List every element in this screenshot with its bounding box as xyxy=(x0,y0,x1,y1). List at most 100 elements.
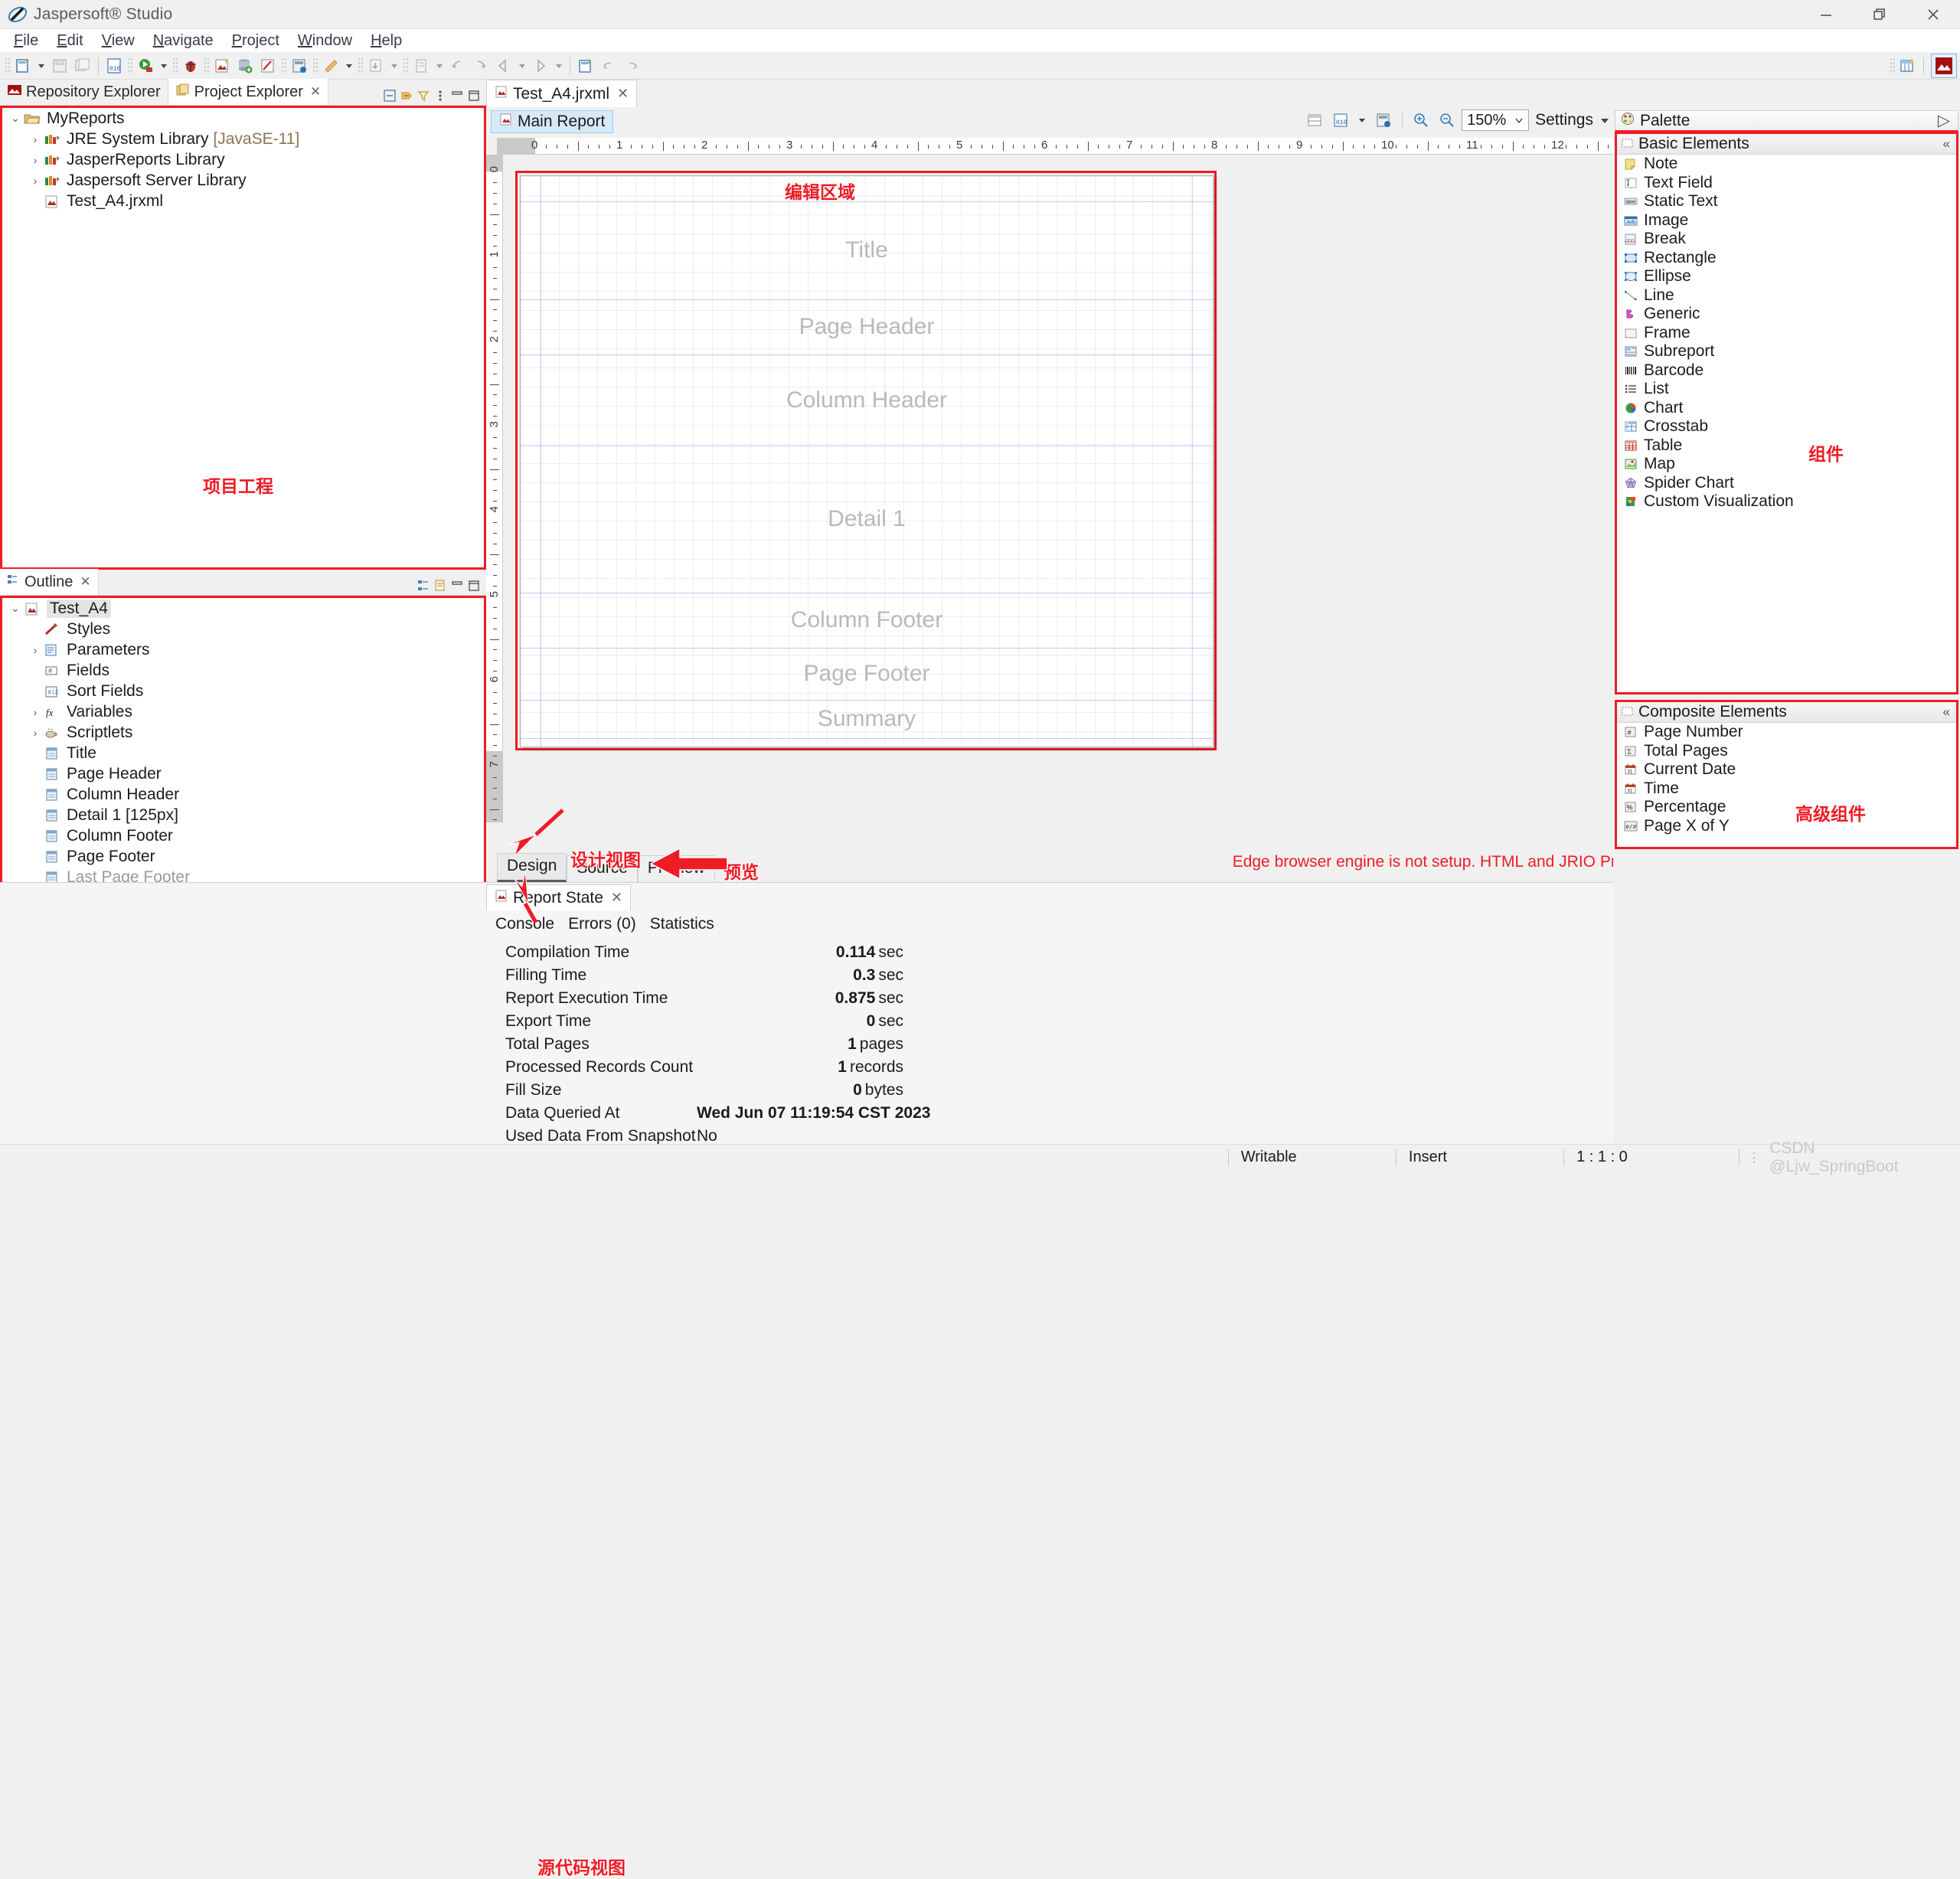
tree-row[interactable]: a|z Sort Fields xyxy=(2,681,484,701)
tab-design[interactable]: Design xyxy=(497,853,567,882)
toolbar-grip[interactable] xyxy=(5,57,10,74)
nav-forward-icon[interactable] xyxy=(529,54,552,77)
toolbar-grip-7[interactable] xyxy=(358,57,363,74)
new-wizard-icon[interactable] xyxy=(574,54,597,77)
tree-twisty-icon[interactable]: › xyxy=(27,727,44,739)
compile-dropdown-icon[interactable] xyxy=(1355,109,1369,132)
nav-back-icon[interactable] xyxy=(492,54,515,77)
outline-report-layout-icon[interactable] xyxy=(433,578,448,593)
design-canvas[interactable]: Title Page Header Column Header Detail 1 Col… xyxy=(503,155,1613,822)
palette-item-text-field[interactable]: Text Field xyxy=(1617,174,1956,193)
palette-item-table[interactable]: Table xyxy=(1617,436,1956,456)
link-editor-icon[interactable] xyxy=(399,88,414,103)
tree-row[interactable]: Column Footer xyxy=(2,825,484,846)
preview-icon[interactable] xyxy=(288,54,311,77)
preview-report-icon[interactable] xyxy=(1372,109,1395,132)
tree-row[interactable]: › JasperReports Library xyxy=(2,149,484,170)
view-menu-icon[interactable] xyxy=(433,88,448,103)
save-icon[interactable] xyxy=(48,54,71,77)
band-title[interactable]: Title xyxy=(521,201,1213,299)
close-icon[interactable]: ✕ xyxy=(611,890,622,906)
export-icon[interactable] xyxy=(364,54,387,77)
nav-forward-dropdown-icon[interactable] xyxy=(552,54,566,77)
palette-section-header[interactable]: Composite Elements « xyxy=(1617,702,1956,723)
palette-item-generic[interactable]: Generic xyxy=(1617,305,1956,324)
debug-icon[interactable] xyxy=(179,54,202,77)
new-report-icon[interactable] xyxy=(11,54,34,77)
palette-item-spider-chart[interactable]: Spider Chart xyxy=(1617,474,1956,493)
tree-twisty-icon[interactable]: ⌄ xyxy=(7,112,24,125)
project-explorer-tree[interactable]: ⌄ MyReports › JRE System Library [JavaSE-11… xyxy=(0,106,486,570)
palette-item-list[interactable]: List xyxy=(1617,380,1956,399)
toolbar-grip-3[interactable] xyxy=(172,57,178,74)
tree-row[interactable]: › Parameters xyxy=(2,639,484,660)
back-icon[interactable] xyxy=(446,54,469,77)
tree-row[interactable]: Title xyxy=(2,743,484,763)
open-type-icon[interactable] xyxy=(410,54,433,77)
run-dropdown-icon[interactable] xyxy=(157,54,171,77)
zoom-level-combo[interactable]: 150% xyxy=(1462,109,1530,131)
settings-button[interactable]: Settings xyxy=(1532,111,1613,129)
collapse-section-icon[interactable]: « xyxy=(1943,136,1956,152)
new-jrxml-icon[interactable] xyxy=(211,54,234,77)
toolbar-grip-8[interactable] xyxy=(403,57,408,74)
tree-row[interactable]: › fx Variables xyxy=(2,701,484,722)
new-datasource-icon[interactable] xyxy=(234,54,256,77)
palette-item-rectangle[interactable]: Rectangle xyxy=(1617,249,1956,268)
outline-tree-layout-icon[interactable] xyxy=(416,578,431,593)
tree-row[interactable]: Detail 1 [125px] xyxy=(2,805,484,825)
undo-icon[interactable] xyxy=(597,54,620,77)
close-icon[interactable]: ✕ xyxy=(310,84,321,100)
tree-row[interactable]: Page Footer xyxy=(2,846,484,867)
forward-icon[interactable] xyxy=(469,54,492,77)
tab-test-a4-jrxml[interactable]: Test_A4.jrxml ✕ xyxy=(486,80,638,107)
tree-row[interactable]: ⌄ Test_A4 xyxy=(2,598,484,619)
tab-outline[interactable]: Outline ✕ xyxy=(0,569,99,595)
menu-file[interactable]: File xyxy=(5,31,47,51)
main-report-breadcrumb[interactable]: Main Report xyxy=(491,110,614,133)
palette-item-custom-visualization[interactable]: Custom Visualization xyxy=(1617,492,1956,511)
close-icon[interactable]: ✕ xyxy=(80,574,90,590)
palette-item-map[interactable]: Map xyxy=(1617,455,1956,474)
palette-item-total-pages[interactable]: Σ Total Pages xyxy=(1617,742,1956,761)
new-table-icon[interactable] xyxy=(1896,54,1919,77)
minimize-button[interactable] xyxy=(1799,0,1853,29)
palette-item-barcode[interactable]: Barcode xyxy=(1617,361,1956,381)
palette-item-frame[interactable]: Frame xyxy=(1617,324,1956,343)
tree-row[interactable]: › JRE System Library [JavaSE-11] xyxy=(2,129,484,149)
tree-twisty-icon[interactable]: › xyxy=(27,706,44,718)
toolbar-grip-2[interactable] xyxy=(127,57,132,74)
tree-twisty-icon[interactable]: › xyxy=(27,175,44,187)
menu-project[interactable]: Project xyxy=(223,31,289,51)
tree-row[interactable]: › Scriptlets xyxy=(2,722,484,743)
menu-edit[interactable]: Edit xyxy=(47,31,92,51)
subtab-errors[interactable]: Errors (0) xyxy=(568,915,636,933)
palette-item-page-number[interactable]: # Page Number xyxy=(1617,723,1956,742)
tree-twisty-icon[interactable]: ⌄ xyxy=(7,602,24,615)
palette-item-break[interactable]: Break xyxy=(1617,230,1956,249)
palette-item-line[interactable]: Line xyxy=(1617,286,1956,306)
subtab-statistics[interactable]: Statistics xyxy=(650,915,714,933)
band-page-header[interactable]: Page Header xyxy=(521,299,1213,355)
new-style-icon[interactable] xyxy=(256,54,279,77)
palette-item-crosstab[interactable]: Crosstab xyxy=(1617,417,1956,436)
tab-report-state[interactable]: Report State ✕ xyxy=(486,884,631,910)
maximize-view-icon[interactable] xyxy=(466,578,482,593)
palette-item-current-date[interactable]: 31 Current Date xyxy=(1617,760,1956,779)
tree-row[interactable]: Page Header xyxy=(2,763,484,784)
tab-preview[interactable]: Preview xyxy=(637,855,715,882)
save-all-icon[interactable] xyxy=(71,54,94,77)
tree-twisty-icon[interactable]: › xyxy=(27,154,44,166)
toolbar-grip-6[interactable] xyxy=(312,57,318,74)
palette-item-chart[interactable]: Chart xyxy=(1617,399,1956,418)
subtab-console[interactable]: Console xyxy=(495,915,554,933)
toolbar-grip-right[interactable] xyxy=(1890,57,1895,74)
tree-twisty-icon[interactable]: › xyxy=(27,644,44,656)
palette-item-page-x-of-y[interactable]: #/# Page X of Y xyxy=(1617,817,1956,836)
tree-row[interactable]: Test_A4.jrxml xyxy=(2,191,484,211)
palette-item-static-text[interactable]: label Static Text xyxy=(1617,192,1956,211)
restore-button[interactable] xyxy=(1853,0,1906,29)
zoom-out-icon[interactable] xyxy=(1436,109,1459,132)
bands-view-icon[interactable] xyxy=(1303,109,1326,132)
tree-row[interactable]: ⌄ MyReports xyxy=(2,108,484,129)
